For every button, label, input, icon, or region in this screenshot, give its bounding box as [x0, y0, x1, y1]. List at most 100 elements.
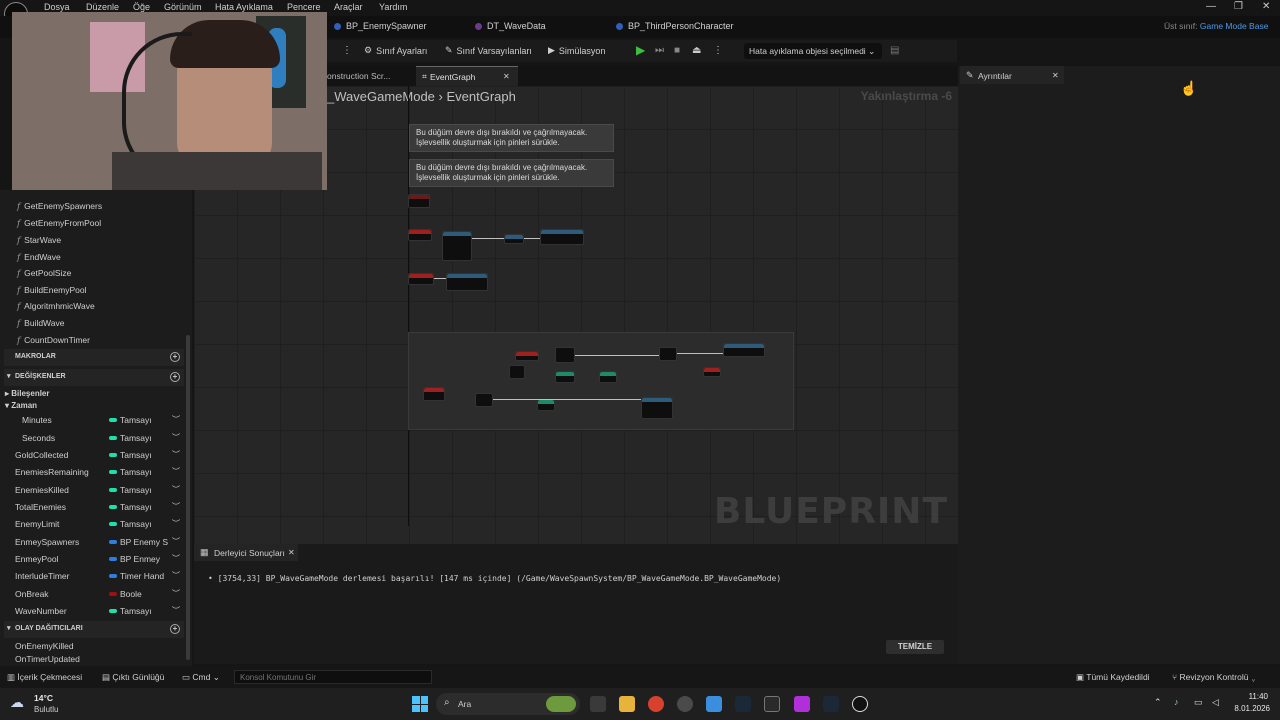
simulation-button[interactable]: ▶ Simülasyon [548, 45, 605, 56]
variable-type[interactable]: Boole [109, 589, 142, 599]
epic-games-icon[interactable] [764, 696, 780, 712]
chevron-down-icon[interactable]: ︶ [172, 449, 180, 460]
more-options-icon[interactable]: ⋮ [342, 45, 352, 56]
start-button[interactable] [412, 696, 428, 712]
clear-button[interactable]: TEMİZLE [886, 640, 944, 654]
unreal-engine-icon[interactable] [852, 696, 868, 712]
app-icon[interactable] [794, 696, 810, 712]
chevron-down-icon[interactable]: ︶ [172, 605, 180, 616]
tray-chevron-icon[interactable]: ⌃ [1154, 697, 1162, 708]
clock-time[interactable]: 11:40 [1232, 692, 1268, 701]
debug-filter-icon[interactable]: ▤ [890, 45, 899, 56]
eject-icon[interactable]: ⏏ [692, 45, 701, 56]
category-components[interactable]: ▸ Bileşenler [5, 389, 50, 398]
variable-type[interactable]: Tamsayı [109, 606, 152, 616]
function-node[interactable] [540, 229, 584, 245]
category-time[interactable]: ▾ Zaman [5, 401, 37, 410]
steam-icon[interactable] [735, 696, 751, 712]
chevron-down-icon[interactable]: ︶ [172, 570, 180, 581]
panel-scrollbar[interactable] [186, 335, 190, 660]
function-node[interactable] [442, 231, 472, 261]
event-node[interactable] [408, 229, 432, 241]
content-drawer-button[interactable]: ▥ İçerik Çekmecesi [7, 672, 82, 683]
variable-item[interactable]: Minutes [22, 415, 52, 425]
menu-view[interactable]: Görünüm [164, 2, 202, 12]
cmd-dropdown[interactable]: ▭ Cmd ⌄ [182, 672, 220, 683]
function-node[interactable] [504, 234, 524, 244]
macros-section[interactable]: MAKROLAR + [4, 349, 184, 366]
variable-type[interactable]: BP Enmey [109, 554, 160, 564]
variable-type[interactable]: Tamsayı [109, 467, 152, 477]
function-item[interactable]: f GetEnemyFromPool [17, 218, 101, 229]
save-all-status[interactable]: ▣ Tümü Kaydedildi [1076, 672, 1150, 683]
weather-widget[interactable]: ☁ [8, 692, 32, 716]
menu-debug[interactable]: Hata Ayıklama [215, 2, 273, 12]
variable-type[interactable]: Timer Hand [109, 571, 164, 581]
chevron-down-icon[interactable]: ︶ [172, 501, 180, 512]
step-icon[interactable]: ⏭ [655, 45, 664, 56]
clock-date[interactable]: 8.01.2026 [1230, 704, 1270, 713]
variable-item[interactable]: EnemiesKilled [15, 485, 69, 495]
github-icon[interactable] [677, 696, 693, 712]
variable-item[interactable]: EnmeyPool [15, 554, 58, 564]
chevron-down-icon[interactable]: ︶ [172, 536, 180, 547]
store-icon[interactable] [706, 696, 722, 712]
variable-item[interactable]: EnemiesRemaining [15, 467, 89, 477]
steam-alt-icon[interactable] [823, 696, 839, 712]
disabled-node-comment[interactable]: Bu düğüm devre dışı bırakıldı ve çağrılm… [409, 159, 614, 187]
function-item[interactable]: f StarWave [17, 235, 61, 246]
play-options-icon[interactable]: ⋮ [713, 45, 723, 56]
timer-comment-box[interactable] [408, 332, 794, 430]
debug-object-dropdown[interactable]: Hata ayıklama objesi seçilmedi ⌄ [744, 43, 882, 59]
details-tab[interactable]: ✎ Ayrıntılar ✕ [960, 66, 1064, 84]
chevron-down-icon[interactable]: ︶ [172, 588, 180, 599]
maximize-icon[interactable]: ❐ [1234, 1, 1243, 12]
volume-icon[interactable]: ◁ [1212, 697, 1219, 708]
function-node[interactable] [446, 273, 488, 291]
stop-icon[interactable]: ■ [674, 45, 680, 56]
dispatcher-item[interactable]: OnEnemyKilled [15, 641, 74, 651]
network-icon[interactable]: ▭ [1194, 697, 1203, 708]
breadcrumb-blueprint[interactable]: _WaveGameMode [327, 89, 435, 104]
output-log-button[interactable]: ▤ Çıktı Günlüğü [102, 672, 164, 683]
function-item[interactable]: f CountDownTimer [17, 335, 90, 346]
variable-item[interactable]: TotalEnemies [15, 502, 66, 512]
variable-item[interactable]: InterludeTimer [15, 571, 69, 581]
tab-construction-script[interactable]: onstruction Scr... [327, 71, 390, 81]
play-icon[interactable]: ▶ [636, 43, 645, 57]
variable-type[interactable]: BP Enemy S [109, 537, 168, 547]
variable-type[interactable]: Tamsayı [109, 450, 152, 460]
console-input[interactable] [234, 670, 432, 684]
disabled-node-comment[interactable]: Bu düğüm devre dışı bırakıldı ve çağrılm… [409, 124, 614, 152]
minimize-icon[interactable]: — [1206, 1, 1216, 12]
add-variable-icon[interactable]: + [170, 372, 180, 382]
tab-bp-enemyspawner[interactable]: BP_EnemySpawner [334, 21, 427, 31]
tab-event-graph[interactable]: ⌗ EventGraph ✕ [416, 66, 518, 86]
close-tab-icon[interactable]: ✕ [288, 548, 295, 557]
tab-dt-wavedata[interactable]: DT_WaveData [475, 21, 546, 31]
variables-section[interactable]: ▾ DEĞİŞKENLER + [4, 369, 184, 386]
variable-type[interactable]: Tamsayı [109, 502, 152, 512]
function-item[interactable]: f EndWave [17, 252, 61, 263]
dispatchers-section[interactable]: ▾ OLAY DAĞITICILARI + [4, 621, 184, 638]
variable-item[interactable]: Seconds [22, 433, 55, 443]
variable-item[interactable]: GoldCollected [15, 450, 68, 460]
task-view-icon[interactable] [590, 696, 606, 712]
variable-item[interactable]: OnBreak [15, 589, 49, 599]
dispatcher-item[interactable]: OnTimerUpdated [15, 654, 80, 664]
variable-type[interactable]: Tamsayı [109, 485, 152, 495]
chevron-down-icon[interactable]: ︶ [172, 553, 180, 564]
variable-item[interactable]: WaveNumber [15, 606, 67, 616]
variable-item[interactable]: EnmeySpawners [15, 537, 79, 547]
revision-control-button[interactable]: ⑂ Revizyon Kontrolü ⌄ [1172, 672, 1256, 682]
event-node[interactable] [408, 273, 434, 285]
chevron-down-icon[interactable]: ︶ [172, 414, 180, 425]
parent-class-value[interactable]: Game Mode Base [1200, 21, 1269, 31]
tab-bp-thirdpersoncharacter[interactable]: BP_ThirdPersonCharacter [616, 21, 734, 31]
add-macro-icon[interactable]: + [170, 352, 180, 362]
chevron-down-icon[interactable]: ︶ [172, 466, 180, 477]
menu-asset[interactable]: Öğe [133, 2, 150, 12]
variable-type[interactable]: Tamsayı [109, 415, 152, 425]
function-item[interactable]: f BuildWave [17, 318, 64, 329]
menu-window[interactable]: Pencere [287, 2, 321, 12]
